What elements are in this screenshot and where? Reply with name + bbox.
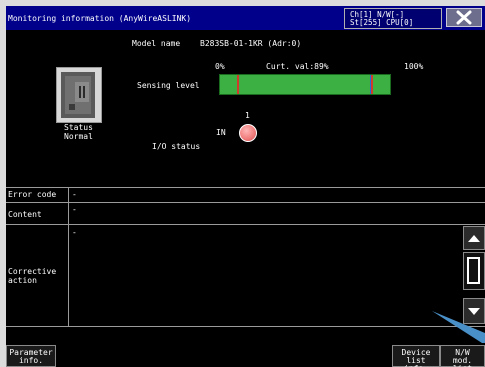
sensor-image	[56, 67, 102, 123]
nw-mod-line2: mod. list	[452, 356, 473, 367]
io-status-lamp	[239, 124, 257, 142]
close-icon	[456, 10, 472, 25]
scroll-up-button[interactable]	[463, 226, 485, 250]
status-label: Status	[64, 123, 93, 132]
title-bar: Monitoring information (AnyWireASLINK) C…	[6, 6, 485, 30]
scale-max-label: 100%	[404, 62, 424, 71]
corrective-action-value: -	[72, 228, 77, 237]
content-label: Content	[8, 210, 42, 219]
corrective-label-line1: Corrective	[8, 267, 57, 276]
error-code-label: Error code	[8, 190, 57, 199]
table-column-divider	[68, 187, 69, 326]
io-bit-number: 1	[245, 111, 250, 120]
sensing-level-bar	[219, 74, 391, 95]
current-value-label: Curt. val:89%	[266, 62, 329, 71]
io-status-label: I/O status	[152, 142, 201, 151]
scrollbar-thumb[interactable]	[467, 257, 480, 284]
channel-status-box: Ch[1] N/W[-] St[255] CPU[0]	[344, 8, 442, 29]
status-value: Normal	[64, 132, 93, 141]
parameter-info-button[interactable]: Parameter info.	[6, 345, 56, 367]
window-title: Monitoring information (AnyWireASLINK)	[8, 14, 192, 23]
close-button[interactable]	[446, 8, 482, 27]
parameter-info-line2: info.	[18, 356, 44, 365]
nw-mod-list-button[interactable]: N/W mod. list	[440, 345, 485, 367]
threshold-marker-low	[237, 75, 239, 94]
content-value: -	[72, 205, 77, 214]
threshold-marker-high	[371, 75, 373, 94]
corrective-label-line2: action	[8, 276, 37, 285]
sensing-level-label: Sensing level	[137, 81, 200, 90]
monitoring-screen: Monitoring information (AnyWireASLINK) C…	[6, 6, 485, 367]
device-list-line2: list info.	[404, 356, 428, 367]
io-signal-label: IN	[216, 128, 226, 137]
table-divider	[6, 326, 485, 327]
triangle-up-icon	[468, 235, 480, 242]
scrollbar-track[interactable]	[463, 252, 485, 290]
error-code-value: -	[72, 190, 77, 199]
corrective-action-label: Corrective action	[8, 267, 56, 285]
scale-min-label: 0%	[215, 62, 225, 71]
table-divider	[6, 202, 485, 203]
sensor-icon	[61, 72, 95, 118]
model-name-label: Model name	[132, 39, 181, 48]
model-name-value: B283SB-01-1KR (Adr:0)	[200, 39, 302, 48]
table-divider	[6, 187, 485, 188]
device-list-info-button[interactable]: Device list info.	[392, 345, 440, 367]
callout-arrow	[432, 311, 485, 343]
table-divider	[6, 224, 485, 225]
channel-status-line2: St[255] CPU[0]	[350, 18, 414, 27]
